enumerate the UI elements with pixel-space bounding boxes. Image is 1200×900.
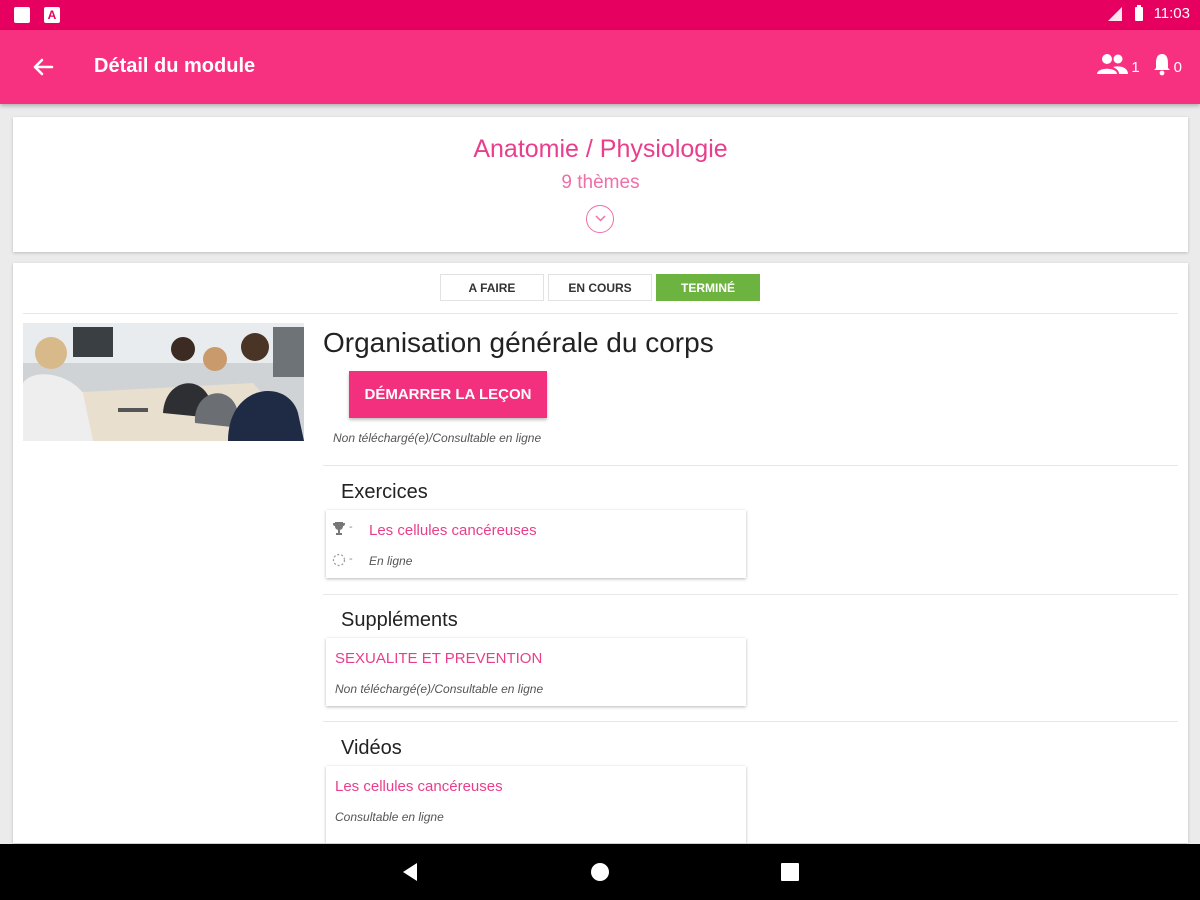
group-icon [1097, 54, 1129, 74]
video-item[interactable]: Les cellules cancéreuses Consultable en … [326, 766, 746, 843]
tab-en-cours[interactable]: EN COURS [548, 274, 652, 301]
section-title-exercises: Exercices [341, 481, 428, 503]
bell-icon [1153, 54, 1170, 76]
start-lesson-button[interactable]: DÉMARRER LA LEÇON [349, 371, 547, 418]
progress-spinner-icon [332, 553, 346, 567]
lesson-title: Organisation générale du corps [323, 327, 714, 358]
divider [323, 594, 1178, 595]
exercise-item[interactable]: - Les cellules cancéreuses - En ligne [326, 510, 746, 578]
back-button[interactable] [26, 50, 60, 84]
page-title: Détail du module [94, 55, 256, 77]
exercise-status: En ligne [369, 554, 413, 568]
divider [323, 721, 1178, 722]
status-time: 11:03 [1153, 5, 1190, 22]
lesson-status: Non téléchargé(e)/Consultable en ligne [333, 431, 542, 445]
sd-card-icon [14, 7, 30, 23]
divider [23, 313, 1178, 314]
users-button[interactable]: 1 [1095, 52, 1140, 76]
supplement-title-link[interactable]: SEXUALITE ET PREVENTION [335, 650, 542, 667]
nav-back-icon[interactable] [398, 860, 422, 884]
trophy-dash: - [349, 521, 353, 533]
status-tabs: A FAIRE EN COURS TERMINÉ [440, 274, 760, 301]
notifications-count: 0 [1173, 59, 1182, 76]
meeting-photo [23, 323, 304, 441]
section-title-supplements: Suppléments [341, 609, 458, 631]
exercise-title-link[interactable]: Les cellules cancéreuses [369, 522, 537, 539]
trophy-icon [333, 522, 345, 535]
notifications-button[interactable]: 0 [1152, 52, 1182, 76]
video-title-link[interactable]: Les cellules cancéreuses [335, 778, 503, 795]
video-status: Consultable en ligne [335, 810, 444, 824]
progress-dash: - [349, 553, 353, 565]
system-navigation-bar [0, 844, 1200, 900]
battery-icon [1134, 5, 1143, 21]
module-title: Anatomie / Physiologie [473, 135, 728, 163]
supplement-item[interactable]: SEXUALITE ET PREVENTION Non téléchargé(e… [326, 638, 746, 706]
users-count: 1 [1131, 59, 1140, 76]
module-header-card: Anatomie / Physiologie 9 thèmes [13, 117, 1188, 252]
expand-button[interactable] [586, 205, 614, 233]
app-notification-icon: A [44, 7, 60, 23]
section-title-videos: Vidéos [341, 737, 402, 759]
nav-recents-icon[interactable] [778, 860, 802, 884]
lesson-thumbnail[interactable] [23, 323, 304, 441]
tab-termine[interactable]: TERMINÉ [656, 274, 760, 301]
chevron-down-icon [594, 215, 606, 222]
lesson-list-card: A FAIRE EN COURS TERMINÉ Organisation gé… [13, 263, 1188, 843]
app-bar: Détail du module 1 0 [0, 30, 1200, 104]
nav-home-icon[interactable] [588, 860, 612, 884]
status-bar: A 11:03 [0, 0, 1200, 30]
arrow-back-icon [33, 58, 54, 76]
supplement-status: Non téléchargé(e)/Consultable en ligne [335, 682, 544, 696]
tab-a-faire[interactable]: A FAIRE [440, 274, 544, 301]
divider [323, 465, 1178, 466]
module-theme-count: 9 thèmes [561, 172, 640, 193]
signal-icon [1107, 6, 1122, 21]
